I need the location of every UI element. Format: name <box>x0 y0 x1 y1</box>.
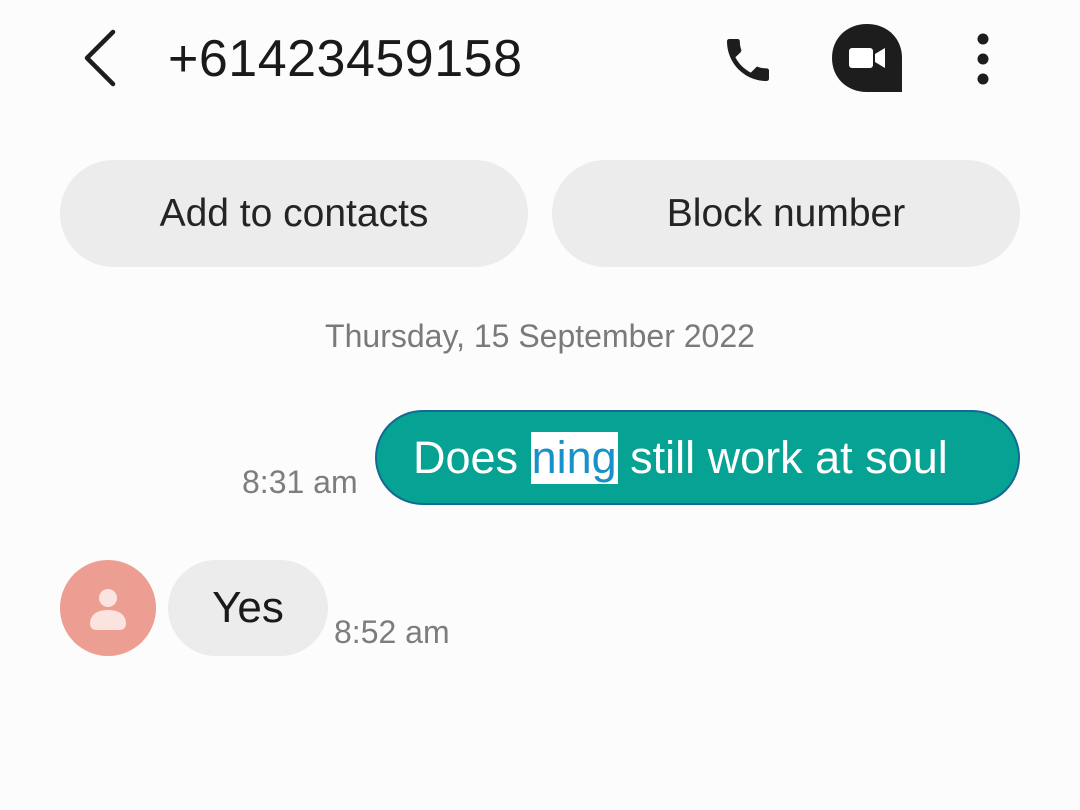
video-call-button[interactable] <box>830 22 904 94</box>
selected-text[interactable]: ning <box>530 431 618 484</box>
add-to-contacts-button[interactable]: Add to contacts <box>60 160 528 267</box>
page-title: +61423459158 <box>168 30 523 88</box>
incoming-message-bubble[interactable]: Yes <box>168 560 328 656</box>
outgoing-message-bubble[interactable]: Does ning still work at soul <box>375 410 1020 505</box>
back-button[interactable] <box>70 26 130 90</box>
app-header: +61423459158 <box>0 0 1080 120</box>
block-number-button[interactable]: Block number <box>552 160 1020 267</box>
add-to-contacts-label: Add to contacts <box>159 191 429 235</box>
message-timestamp: 8:31 am <box>242 464 358 500</box>
conversation-screen: +61423459158 Add to contacts Block numbe… <box>0 0 1080 810</box>
more-vertical-icon <box>977 33 989 85</box>
more-options-button[interactable] <box>962 26 1004 92</box>
message-text: Does <box>413 431 531 483</box>
message-text: Yes <box>212 583 284 632</box>
block-number-label: Block number <box>666 191 906 235</box>
chevron-left-icon <box>84 29 116 87</box>
message-text: still work at soul <box>617 431 948 483</box>
message-timestamp: 8:52 am <box>334 614 450 650</box>
date-separator: Thursday, 15 September 2022 <box>325 318 755 354</box>
video-camera-icon <box>832 24 902 92</box>
avatar[interactable] <box>60 560 156 656</box>
call-button[interactable] <box>712 24 784 96</box>
phone-icon <box>727 39 769 81</box>
person-icon <box>90 589 126 630</box>
